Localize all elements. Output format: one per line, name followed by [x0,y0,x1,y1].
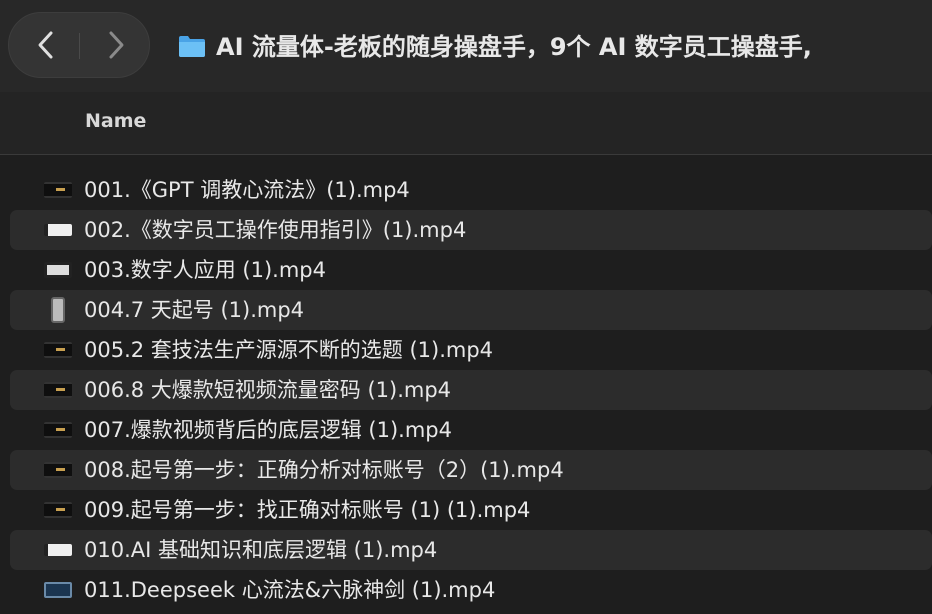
file-name: 006.8 大爆款短视频流量密码 (1).mp4 [84,378,452,402]
thumbnail-mark [56,388,65,391]
file-name: 003.数字人应用 (1).mp4 [84,258,327,282]
file-row[interactable]: 001.《GPT 调教心流法》(1).mp4 [10,170,932,210]
file-row[interactable]: 011.Deepseek 心流法&六脉神剑 (1).mp4 [10,570,932,610]
chevron-right-icon [109,31,124,59]
file-name: 002.《数字员工操作使用指引》(1).mp4 [84,218,467,242]
video-thumbnail-icon [44,462,72,478]
video-thumbnail-icon [44,422,72,438]
column-header: Name [0,92,932,155]
file-row[interactable]: 009.起号第一步：找正确对标账号 (1) (1).mp4 [10,490,932,530]
file-row[interactable]: 008.起号第一步：正确分析对标账号（2）(1).mp4 [10,450,932,490]
file-row[interactable]: 005.2 套技法生产源源不断的选题 (1).mp4 [10,330,932,370]
back-button[interactable] [11,13,81,77]
folder-icon [179,36,205,57]
file-name: 004.7 天起号 (1).mp4 [84,298,305,322]
thumbnail-mark [56,508,65,511]
thumbnail-mark [56,348,65,351]
file-name: 009.起号第一步：找正确对标账号 (1) (1).mp4 [84,498,531,522]
file-list: 001.《GPT 调教心流法》(1).mp4 002.《数字员工操作使用指引》(1… [0,170,932,610]
video-thumbnail-icon [44,262,72,278]
file-name: 007.爆款视频背后的底层逻辑 (1).mp4 [84,418,453,442]
window-title: AI 流量体-老板的随身操盘手，9个 AI 数字员工操盘手, [216,33,812,61]
thumbnail-mark [56,468,65,471]
file-name: 011.Deepseek 心流法&六脉神剑 (1).mp4 [84,578,496,602]
file-row[interactable]: 003.数字人应用 (1).mp4 [10,250,932,290]
nav-divider [79,33,80,59]
video-thumbnail-icon [44,342,72,358]
video-thumbnail-icon [44,544,72,556]
toolbar: AI 流量体-老板的随身操盘手，9个 AI 数字员工操盘手, [0,0,932,92]
file-name: 010.AI 基础知识和底层逻辑 (1).mp4 [84,538,438,562]
file-row[interactable]: 002.《数字员工操作使用指引》(1).mp4 [10,210,932,250]
navigation-group [8,12,150,78]
name-column-header[interactable]: Name [85,110,146,132]
file-row[interactable]: 010.AI 基础知识和底层逻辑 (1).mp4 [10,530,932,570]
video-thumbnail-icon [51,297,65,323]
chevron-left-icon [38,31,53,59]
video-thumbnail-icon [44,224,72,236]
file-name: 001.《GPT 调教心流法》(1).mp4 [84,178,410,202]
file-row[interactable]: 007.爆款视频背后的底层逻辑 (1).mp4 [10,410,932,450]
file-name: 008.起号第一步：正确分析对标账号（2）(1).mp4 [84,458,564,482]
thumbnail-mark [56,188,65,191]
video-thumbnail-icon [44,182,72,198]
file-name: 005.2 套技法生产源源不断的选题 (1).mp4 [84,338,494,362]
video-thumbnail-icon [44,502,72,518]
file-row[interactable]: 006.8 大爆款短视频流量密码 (1).mp4 [10,370,932,410]
forward-button[interactable] [81,13,151,77]
thumbnail-mark [56,428,65,431]
video-thumbnail-icon [44,382,72,398]
file-row[interactable]: 004.7 天起号 (1).mp4 [10,290,932,330]
video-thumbnail-icon [44,582,72,598]
